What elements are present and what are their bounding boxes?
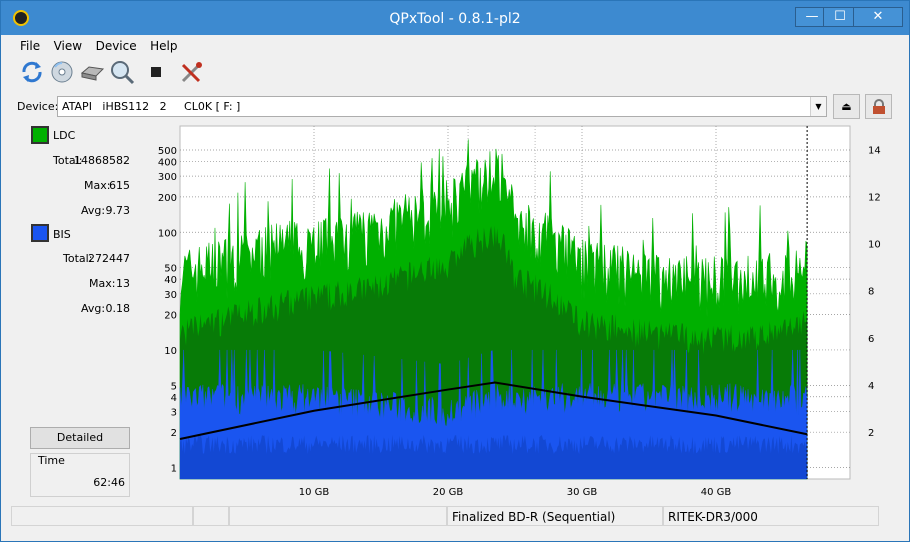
y-left-tick-label: 4 [171, 393, 177, 404]
y-left-tick-label: 3 [171, 407, 177, 418]
device-label: Device: [17, 100, 59, 113]
status-media: RITEK-DR3/000 [663, 506, 879, 526]
y-left-tick-label: 500 [158, 146, 177, 157]
time-box: Time 62:46 [30, 453, 130, 497]
ldc-swatch [31, 126, 49, 144]
settings-tools-icon[interactable] [179, 59, 205, 85]
device-bar: Device: ATAPI iHBS112 2 CL0K [ F: ] ▼ ⏏ [1, 94, 909, 120]
eject-icon: ⏏ [841, 100, 852, 113]
y-left-tick-label: 200 [158, 193, 177, 204]
device-value: ATAPI iHBS112 2 CL0K [ F: ] [62, 100, 241, 113]
chevron-down-icon[interactable]: ▼ [810, 97, 826, 116]
drive-icon[interactable] [79, 59, 105, 85]
x-tick-label: 30 GB [567, 487, 598, 498]
y-left-tick-label: 300 [158, 172, 177, 183]
device-select[interactable]: ATAPI iHBS112 2 CL0K [ F: ] ▼ [57, 96, 827, 117]
menu-device[interactable]: Device [91, 36, 142, 53]
quality-chart: 1234510203040501002003004005002468101214… [158, 125, 881, 498]
bis-total-value: 272447 [88, 252, 130, 265]
lock-icon [872, 99, 885, 114]
lock-button[interactable] [865, 94, 892, 119]
ldc-total-value: 14868582 [74, 154, 130, 167]
detailed-button[interactable]: Detailed [30, 427, 130, 449]
title-bar[interactable]: QPxTool - 0.8.1-pl2 — ☐ ✕ [1, 1, 909, 35]
y-left-tick-label: 1 [171, 464, 177, 475]
y-right-tick-label: 2 [868, 428, 874, 439]
disc-info-icon[interactable] [49, 59, 75, 85]
bis-max-value: 13 [116, 277, 130, 290]
window-title: QPxTool - 0.8.1-pl2 [389, 11, 521, 27]
y-right-tick-label: 14 [868, 146, 881, 157]
stop-icon[interactable] [143, 59, 169, 85]
scan-icon[interactable] [109, 59, 135, 85]
eject-button[interactable]: ⏏ [833, 94, 860, 119]
time-value: 62:46 [93, 476, 125, 489]
y-left-tick-label: 2 [171, 428, 177, 439]
x-tick-label: 10 GB [299, 487, 330, 498]
bis-avg-value: 0.18 [105, 302, 131, 315]
close-button[interactable]: ✕ [853, 7, 903, 27]
y-left-tick-label: 40 [164, 275, 177, 286]
ldc-avg-value: 9.73 [105, 204, 131, 217]
status-disc: Finalized BD-R (Sequential) [447, 506, 663, 526]
x-tick-label: 20 GB [433, 487, 464, 498]
y-right-tick-label: 10 [868, 240, 881, 251]
x-tick-label: 40 GB [701, 487, 732, 498]
y-left-tick-label: 30 [164, 290, 177, 301]
y-left-tick-label: 20 [164, 311, 177, 322]
main-window: QPxTool - 0.8.1-pl2 — ☐ ✕ File View Devi… [0, 0, 910, 542]
menu-bar: File View Device Help [1, 36, 909, 56]
menu-file[interactable]: File [15, 36, 45, 53]
menu-view[interactable]: View [49, 36, 87, 53]
time-label: Time [38, 454, 65, 467]
y-left-tick-label: 100 [158, 228, 177, 239]
y-left-tick-label: 50 [164, 264, 177, 275]
ldc-label: LDC [53, 129, 76, 142]
status-cell-2 [193, 506, 229, 526]
y-right-tick-label: 6 [868, 334, 874, 345]
y-left-tick-label: 5 [171, 381, 177, 392]
refresh-icon[interactable] [19, 59, 45, 85]
maximize-button[interactable]: ☐ [823, 7, 857, 27]
ldc-max-value: 615 [109, 179, 130, 192]
y-left-tick-label: 10 [164, 346, 177, 357]
status-bar: Finalized BD-R (Sequential) RITEK-DR3/00… [11, 506, 907, 528]
y-right-tick-label: 4 [868, 381, 874, 392]
status-cell-3 [229, 506, 447, 526]
status-cell-1 [11, 506, 193, 526]
bis-label: BIS [53, 228, 71, 241]
y-right-tick-label: 8 [868, 287, 874, 298]
y-right-tick-label: 12 [868, 193, 881, 204]
bis-swatch [31, 224, 49, 242]
menu-help[interactable]: Help [145, 36, 182, 53]
y-left-tick-label: 400 [158, 157, 177, 168]
